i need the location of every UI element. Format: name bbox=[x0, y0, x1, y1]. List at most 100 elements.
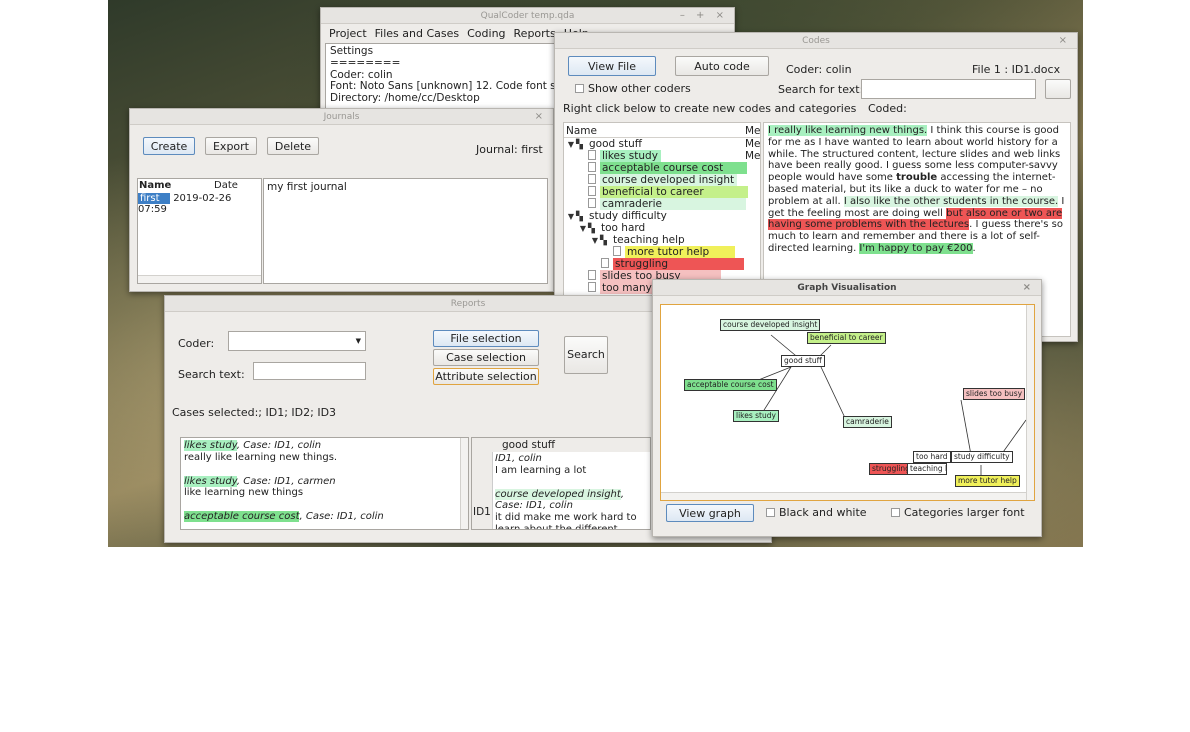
black-and-white-checkbox[interactable]: Black and white bbox=[766, 506, 867, 519]
graph-node[interactable]: good stuff bbox=[781, 355, 825, 367]
menu-files-and-cases[interactable]: Files and Cases bbox=[371, 27, 463, 40]
coded-segment-likes-study[interactable]: I really like learning new things. bbox=[768, 125, 928, 136]
view-file-button[interactable]: View File bbox=[568, 56, 656, 76]
close-icon[interactable]: × bbox=[535, 109, 547, 125]
graph-canvas[interactable]: course developed insight beneficial to c… bbox=[660, 304, 1035, 501]
graph-node[interactable]: study difficulty bbox=[951, 451, 1013, 463]
search-text-input[interactable] bbox=[861, 79, 1036, 99]
tree-item-camraderie[interactable]: camraderie bbox=[588, 198, 747, 210]
menu-reports[interactable]: Reports bbox=[510, 27, 560, 40]
tree-item-too-hard[interactable]: ▼ ▚ too hard bbox=[578, 222, 648, 234]
menu-project[interactable]: Project bbox=[325, 27, 371, 40]
tree-item-teaching-help[interactable]: ▼ ▚ teaching help bbox=[590, 234, 688, 246]
graph-horizontal-scrollbar[interactable] bbox=[661, 492, 1026, 500]
coder-label: Coder: colin bbox=[786, 63, 852, 76]
create-button[interactable]: Create bbox=[143, 137, 195, 155]
document-icon bbox=[588, 162, 596, 172]
cell-text: I am learning a lot bbox=[495, 464, 587, 476]
tree-item-study-difficulty[interactable]: ▼ ▚ study difficulty bbox=[566, 210, 670, 222]
window-controls[interactable]: – + × bbox=[680, 8, 728, 24]
table-row[interactable]: first 2019-02-26 07:59 bbox=[138, 193, 261, 215]
tree-item-course-developed-insight[interactable]: course developed insight bbox=[588, 174, 738, 186]
document-icon bbox=[601, 258, 609, 268]
coder-select[interactable]: ▼ bbox=[228, 331, 366, 351]
graph-titlebar[interactable]: Graph Visualisation × bbox=[653, 280, 1041, 296]
results-text-view[interactable]: likes study, Case: ID1, colin really lik… bbox=[180, 437, 469, 530]
checkbox-box[interactable] bbox=[766, 508, 775, 517]
search-button[interactable]: Search bbox=[564, 336, 608, 374]
category-icon: ▚ bbox=[576, 140, 583, 150]
show-other-coders-checkbox[interactable]: Show other coders bbox=[575, 82, 691, 95]
chevron-down-icon[interactable]: ▼ bbox=[356, 337, 361, 345]
result-heading: likes study, Case: ID1, carmen bbox=[184, 475, 465, 488]
chevron-down-icon[interactable]: ▼ bbox=[566, 139, 576, 151]
journals-titlebar[interactable]: Journals × bbox=[130, 109, 553, 125]
graph-node[interactable]: beneficial to career bbox=[807, 332, 886, 344]
tree-item-acceptable-course-cost[interactable]: acceptable course cost bbox=[588, 162, 748, 174]
export-button[interactable]: Export bbox=[205, 137, 257, 155]
journal-text-editor[interactable]: my first journal bbox=[263, 178, 548, 284]
chevron-down-icon[interactable]: ▼ bbox=[578, 223, 588, 235]
graph-node[interactable]: course developed insight bbox=[720, 319, 821, 331]
graph-vertical-scrollbar[interactable] bbox=[1026, 305, 1034, 500]
tree-item-too-many[interactable]: too many bbox=[588, 282, 655, 294]
tree-header-memo[interactable]: Me bbox=[745, 125, 760, 137]
codes-titlebar[interactable]: Codes × bbox=[555, 33, 1077, 49]
chevron-down-icon[interactable]: ▼ bbox=[590, 235, 600, 247]
chevron-down-icon[interactable]: ▼ bbox=[566, 211, 576, 223]
tree-item-struggling[interactable]: struggling bbox=[601, 258, 745, 270]
graph-node[interactable]: teaching help bbox=[907, 463, 947, 475]
tree-item-beneficial-to-career[interactable]: beneficial to career bbox=[588, 186, 748, 198]
category-icon: ▚ bbox=[600, 236, 607, 246]
journals-window: Journals × Create Export Delete Journal:… bbox=[129, 108, 554, 292]
tree-header-name[interactable]: Name bbox=[566, 125, 597, 137]
journal-name-cell: first bbox=[138, 193, 170, 204]
table-header-name[interactable]: Name bbox=[139, 180, 171, 191]
coded-segment-camraderie[interactable]: I also like the other students in the co… bbox=[843, 195, 1059, 207]
table-header-date[interactable]: Date bbox=[214, 180, 238, 191]
case-selection-button[interactable]: Case selection bbox=[433, 349, 539, 366]
attribute-selection-button[interactable]: Attribute selection bbox=[433, 368, 539, 385]
tree-item-good-stuff[interactable]: ▼ ▚ good stuff bbox=[566, 138, 645, 150]
search-text-input[interactable] bbox=[253, 362, 366, 380]
result-heading: acceptable course cost, Case: ID1, colin bbox=[184, 511, 465, 523]
document-icon bbox=[588, 282, 596, 292]
result-code: likes study bbox=[184, 440, 237, 451]
result-meta: , Case: ID1, colin bbox=[299, 511, 384, 523]
checkbox-box[interactable] bbox=[891, 508, 900, 517]
graph-node[interactable]: slides too busy bbox=[963, 388, 1026, 400]
close-icon[interactable]: × bbox=[1023, 280, 1035, 296]
matrix-column-header[interactable]: good stuff bbox=[502, 439, 555, 451]
coded-label: Coded: bbox=[868, 102, 907, 115]
categories-larger-font-checkbox[interactable]: Categories larger font bbox=[891, 506, 1025, 519]
tree-item-more-tutor-help[interactable]: more tutor help bbox=[613, 246, 736, 258]
menu-coding[interactable]: Coding bbox=[463, 27, 509, 40]
matrix-table[interactable]: good stuff ID1 ID1, colin I am learning … bbox=[471, 437, 651, 530]
table-horizontal-scrollbar[interactable] bbox=[138, 275, 261, 283]
journal-table[interactable]: Name Date first 2019-02-26 07:59 bbox=[137, 178, 262, 284]
graph-node[interactable]: likes study bbox=[733, 410, 779, 422]
graph-node[interactable]: camraderie bbox=[843, 416, 892, 428]
search-options-button[interactable] bbox=[1045, 79, 1071, 99]
tree-memo: Me bbox=[745, 150, 761, 162]
close-icon[interactable]: × bbox=[1059, 33, 1071, 49]
matrix-cell[interactable]: ID1, colin I am learning a lot course de… bbox=[492, 452, 650, 529]
result-heading: likes study, Case: ID1, colin bbox=[184, 440, 465, 452]
tree-item-likes-study[interactable]: likes study bbox=[588, 150, 661, 162]
coded-segment-acceptable-course-cost[interactable]: I'm happy to pay €200 bbox=[859, 242, 973, 254]
file-selection-button[interactable]: File selection bbox=[433, 330, 539, 347]
graph-node[interactable]: too hard bbox=[913, 451, 951, 463]
checkbox-box[interactable] bbox=[575, 84, 584, 93]
cell-meta: ID1, colin bbox=[495, 453, 542, 464]
desktop-background: QualCoder temp.qda – + × Project Files a… bbox=[108, 0, 1083, 547]
delete-button[interactable]: Delete bbox=[267, 137, 319, 155]
auto-code-button[interactable]: Auto code bbox=[675, 56, 769, 76]
graph-node[interactable]: more tutor help bbox=[955, 475, 1020, 487]
graph-window: Graph Visualisation × course developed i… bbox=[652, 279, 1042, 537]
matrix-row-header[interactable]: ID1 bbox=[473, 506, 491, 518]
results-vertical-scrollbar[interactable] bbox=[460, 438, 468, 529]
view-graph-button[interactable]: View graph bbox=[666, 504, 754, 522]
graph-node[interactable]: acceptable course cost bbox=[684, 379, 777, 391]
document-icon bbox=[588, 174, 596, 184]
main-window-titlebar[interactable]: QualCoder temp.qda – + × bbox=[321, 8, 734, 24]
